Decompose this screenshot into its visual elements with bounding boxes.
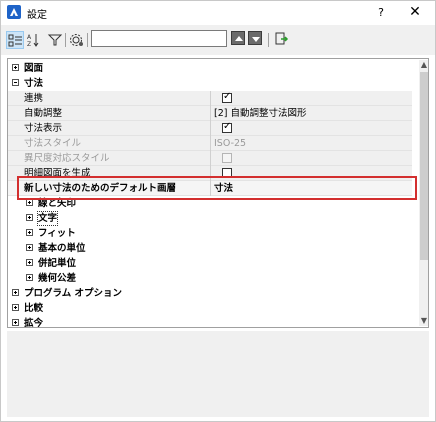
window-title: 設定 [27, 10, 47, 21]
property-row-shakudo: 異尺度対応スタイル [8, 151, 412, 166]
category-row-program[interactable]: プログラム オプション [8, 286, 412, 301]
settings-gear-icon[interactable] [68, 31, 86, 49]
title-bar: 設定 ? ✕ [1, 1, 435, 25]
column-divider [210, 106, 211, 121]
filter-icon[interactable] [46, 31, 64, 49]
property-label: 寸法表示 [24, 123, 63, 134]
expand-icon[interactable] [12, 319, 19, 326]
property-value: ISO-25 [214, 138, 247, 149]
categorized-view-icon[interactable] [6, 31, 24, 49]
expand-icon[interactable] [26, 244, 33, 251]
category-label: プログラム オプション [24, 288, 123, 299]
hyouji-checkbox[interactable] [222, 121, 232, 133]
category-label: 寸法 [24, 78, 44, 89]
category-label: 文字 [36, 211, 59, 226]
scroll-down-icon[interactable]: ▼ [419, 316, 428, 326]
property-row-jidou[interactable]: 自動調整 [2] 自動調整寸法図形 [8, 106, 412, 121]
expand-icon[interactable] [26, 214, 33, 221]
category-label: 基本の単位 [38, 243, 86, 254]
close-button[interactable]: ✕ [405, 4, 425, 22]
shakudo-checkbox [222, 153, 232, 163]
expand-icon[interactable] [12, 289, 19, 296]
property-label: 自動調整 [24, 108, 63, 119]
property-row-hyouji[interactable]: 寸法表示 [8, 121, 412, 136]
alphabetical-sort-icon[interactable]: AZ [26, 31, 44, 49]
next-result-button[interactable] [248, 31, 262, 45]
help-button[interactable]: ? [371, 4, 391, 22]
category-row-hikaku[interactable]: 比較 [8, 301, 412, 316]
expand-icon[interactable] [26, 259, 33, 266]
toolbar-separator [87, 33, 88, 47]
category-label: 併記単位 [38, 258, 77, 269]
property-row-style: 寸法スタイル ISO-25 [8, 136, 412, 151]
toolbar-separator [65, 33, 66, 47]
category-row-zumen[interactable]: 図面 [8, 61, 412, 76]
category-row-sunpo[interactable]: 寸法 [8, 76, 412, 91]
search-input[interactable] [91, 30, 227, 47]
property-label: 連携 [24, 93, 44, 104]
vertical-scrollbar[interactable]: ▲ ▼ [419, 60, 428, 326]
category-label: 拡今 [24, 318, 44, 328]
subcategory-row-kihon[interactable]: 基本の単位 [8, 241, 412, 256]
expand-icon[interactable] [26, 274, 33, 281]
column-divider [210, 121, 211, 136]
property-value[interactable]: [2] 自動調整寸法図形 [214, 107, 306, 120]
highlight-annotation [17, 176, 417, 200]
collapse-icon[interactable] [12, 79, 19, 86]
scroll-thumb[interactable] [420, 72, 428, 260]
expand-icon[interactable] [12, 64, 19, 71]
description-pane [7, 331, 429, 417]
svg-text:A: A [27, 34, 32, 41]
property-label: 異尺度対応スタイル [24, 153, 110, 164]
property-row-renkei[interactable]: 連携 [8, 91, 412, 106]
category-label: 比較 [24, 303, 44, 314]
expand-icon[interactable] [26, 199, 33, 206]
app-logo-icon [7, 5, 21, 19]
expand-icon[interactable] [26, 229, 33, 236]
column-divider [210, 151, 211, 166]
settings-window: 設定 ? ✕ AZ 図面 寸法 連携 ✓ 自動調整 [2] 自動調整寸法図形 寸… [0, 0, 436, 422]
category-label: 図面 [24, 63, 44, 74]
svg-text:Z: Z [27, 41, 31, 48]
column-divider [210, 136, 211, 151]
category-row-hokan[interactable]: 拡今 [8, 316, 412, 328]
column-divider [210, 91, 211, 106]
previous-result-button[interactable] [231, 31, 245, 45]
category-label: 幾何公差 [38, 273, 77, 284]
renkei-checkbox[interactable] [222, 91, 232, 103]
property-label: 寸法スタイル [24, 138, 82, 149]
subcategory-row-kika[interactable]: 幾何公差 [8, 271, 412, 286]
expand-icon[interactable] [12, 304, 19, 311]
category-label: フィット [38, 228, 76, 239]
toolbar-separator [268, 33, 269, 47]
subcategory-row-heiki[interactable]: 併記単位 [8, 256, 412, 271]
subcategory-row-moji[interactable]: 文字 [8, 211, 412, 226]
subcategory-row-fit[interactable]: フィット [8, 226, 412, 241]
scroll-up-icon[interactable]: ▲ [419, 60, 428, 70]
export-icon[interactable] [273, 30, 291, 48]
